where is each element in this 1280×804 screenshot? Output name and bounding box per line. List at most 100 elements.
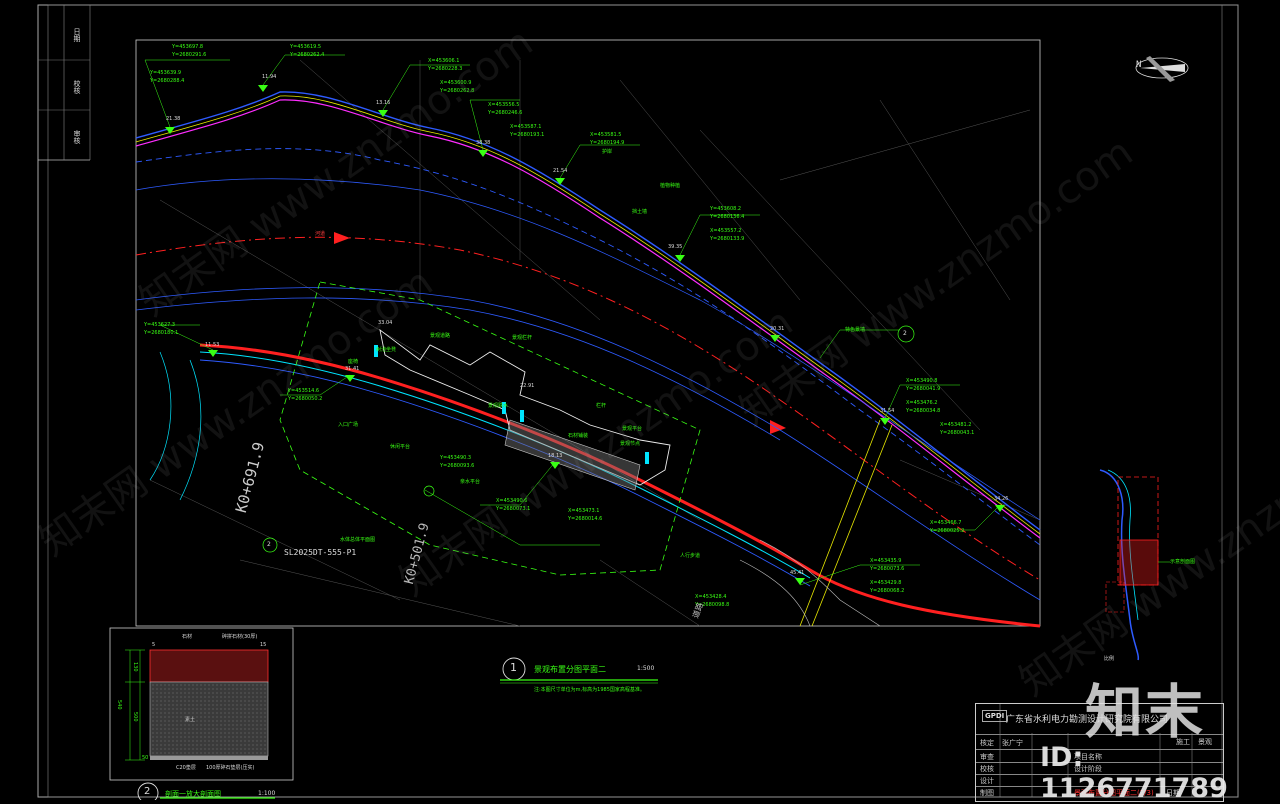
coord-label: Y=453514.6 [288, 388, 320, 394]
callout-label: 挡土墙 [632, 209, 648, 215]
coord-label: Y=453490.3 [440, 455, 472, 461]
elevation-label: 33.04 [378, 320, 393, 326]
section-title-number: 2 [144, 786, 151, 797]
river-label: 河道 [315, 231, 326, 237]
elevation-label: 22.91 [520, 383, 535, 389]
side-detail-label: 示意剖面图 [1170, 559, 1196, 565]
tb-row-a: 审查 [980, 753, 994, 761]
coord-label: X=453428.4 [695, 594, 727, 600]
section-dim: 500 [132, 712, 138, 722]
company-logo: GPDI [982, 710, 1008, 722]
coord-label: Y=2680288.4 [150, 78, 185, 84]
watermark-id: ID: 1126771789 [1040, 742, 1228, 804]
coord-label: Y=2680050.2 [288, 396, 323, 402]
coord-label: Y=2680136.4 [710, 214, 745, 220]
side-detail-bottom: 比例 [1104, 656, 1115, 662]
drawing-code: SL2025DT-555-P1 [284, 548, 357, 557]
coord-label: X=453473.1 [568, 508, 600, 514]
elevation-label: 11.53 [205, 342, 220, 348]
marker-2-label: 2 [903, 330, 907, 337]
north-arrow-icon [1135, 56, 1189, 82]
coord-label: X=453476.2 [906, 400, 938, 406]
tb-row-a: 校核 [980, 765, 994, 773]
coord-label: Y=453697.8 [172, 44, 204, 50]
paved-area [504, 419, 641, 491]
section-scale: 1:100 [258, 790, 276, 797]
section-layer-label: 素土 [185, 717, 196, 723]
coord-label: Y=2680291.6 [172, 52, 207, 58]
coord-label: Y=2680262.8 [440, 88, 475, 94]
coord-label: Y=2680073.1 [496, 506, 531, 512]
callout-label: 景观栏杆 [512, 335, 533, 341]
coord-label: Y=2680068.2 [870, 588, 905, 594]
elevation-label: 13.16 [376, 100, 391, 106]
section-dim: 130 [132, 662, 138, 672]
section-top-layer [149, 649, 269, 683]
coord-label: Y=453639.9 [150, 70, 182, 76]
section-bottom-label: 100厚碎石垫层(压实) [206, 765, 255, 771]
coord-label: X=453481.2 [940, 422, 972, 428]
coord-label: X=453435.9 [870, 558, 902, 564]
coord-label: Y=2680043.1 [940, 430, 975, 436]
coord-label: X=453490.8 [906, 378, 938, 384]
section-bottom-label: C20垫层 [176, 765, 196, 771]
coord-label: Y=2680246.6 [488, 110, 523, 116]
coord-label: X=453581.5 [590, 132, 622, 138]
elevation-label: 45.41 [790, 570, 805, 576]
callout-label: 景观道路 [430, 333, 451, 339]
elevation-label: 21.38 [166, 116, 181, 122]
callout-label: 人行步道 [680, 553, 701, 559]
coord-label: Y=2680194.9 [590, 140, 625, 146]
coord-label: Y=2680133.9 [710, 236, 745, 242]
left-strip-label-2: 校核 [73, 80, 81, 94]
side-detail [1099, 469, 1170, 661]
tb-row-b: 张广宁 [1002, 739, 1023, 747]
coord-label: Y=2680025.2 [930, 528, 965, 534]
coord-label: X=453557.2 [710, 228, 742, 234]
coord-label: X=453466.7 [930, 520, 962, 526]
section-top-label: 石材 [182, 634, 193, 640]
callout-label: 休闲平台 [390, 444, 411, 450]
callout-label: 石材铺装 [568, 433, 589, 439]
coord-label: Y=2680180.1 [144, 330, 179, 336]
elevation-label: 39.35 [668, 244, 683, 250]
coord-label: X=453606.1 [428, 58, 460, 64]
leader-lines [144, 54, 1001, 586]
main-title-note: 注:本图尺寸单位为m,标高为1985国家高程基准。 [534, 687, 645, 693]
detail-callout-number: 2 [267, 541, 271, 548]
main-title: 景观布置分图平面二 [534, 665, 606, 674]
elevation-label: 38.38 [476, 140, 491, 146]
callout-label: 植物种植 [660, 183, 681, 189]
elevation-label: 34.26 [994, 496, 1009, 502]
coord-label: Y=2680041.9 [906, 386, 941, 392]
section-top-label: 碎拼石材(30厚) [222, 634, 258, 640]
road [799, 419, 893, 627]
coord-label: Y=453627.3 [144, 322, 176, 328]
coord-label: X=453600.9 [440, 80, 472, 86]
watermark-logo: 知末 [1085, 678, 1206, 746]
coord-label: Y=2680034.8 [906, 408, 941, 414]
coord-label: Y=453608.2 [710, 206, 742, 212]
callout-label: 景观跌水 [488, 403, 509, 409]
elevation-label: 20.31 [770, 326, 785, 332]
coord-label: Y=2680262.4 [290, 52, 325, 58]
section-top-label: 15 [260, 642, 267, 648]
callout-label: 树池坐凳 [376, 347, 397, 353]
coord-label: X=453429.8 [870, 580, 902, 586]
upper-bank [135, 91, 1041, 546]
main-title-scale: 1:500 [637, 665, 655, 672]
callout-label: 特色景墙 [845, 327, 866, 333]
coord-label: Y=2680193.1 [510, 132, 545, 138]
coord-label: X=453490.6 [496, 498, 528, 504]
callout-label: 景观节点 [620, 441, 641, 447]
section-dim: 540 [116, 700, 122, 710]
coord-label: Y=2680014.6 [568, 516, 603, 522]
coord-label: Y=2680093.6 [440, 463, 475, 469]
elevation-label: 11.94 [262, 74, 277, 80]
coord-label: Y=2680073.6 [870, 566, 905, 572]
tb-row-a: 设计 [980, 777, 994, 785]
main-title-number: 1 [510, 661, 517, 674]
elevation-label: 31.41 [345, 366, 360, 372]
elevation-label: 31.54 [880, 408, 895, 414]
coord-label: Y=453619.5 [290, 44, 322, 50]
